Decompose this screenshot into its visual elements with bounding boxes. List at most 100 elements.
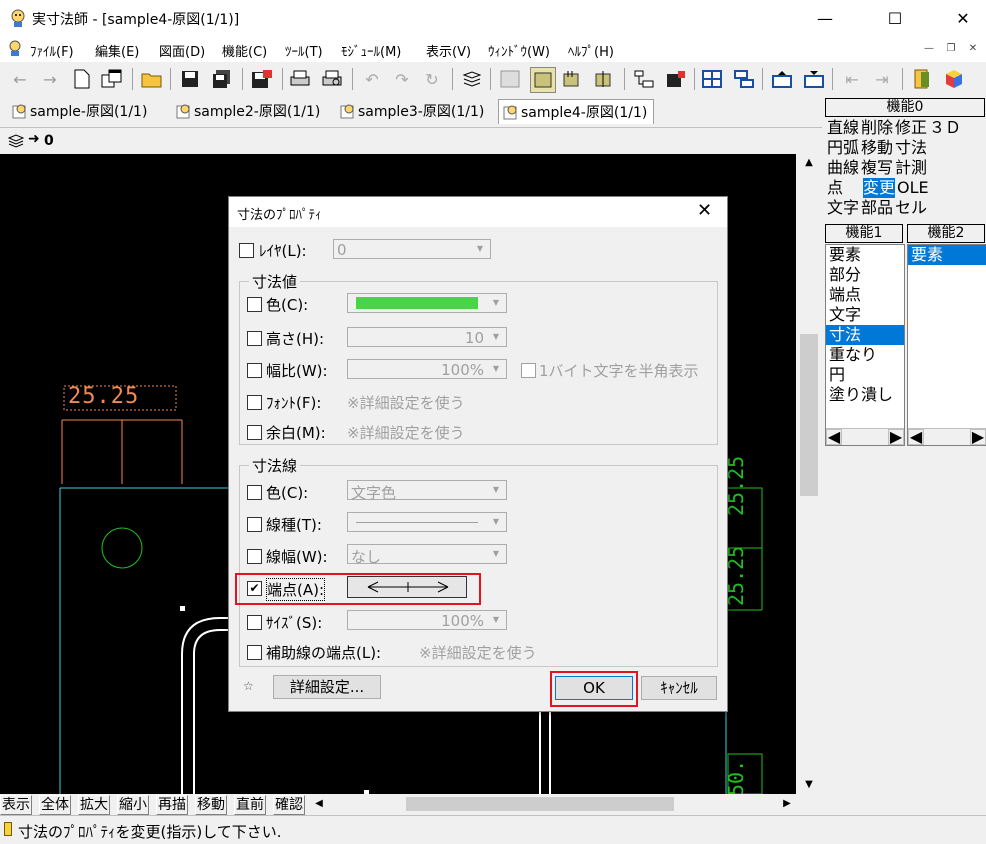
cmd-confirm-button[interactable]: 確認 xyxy=(273,795,305,815)
func-copy[interactable]: 複写 xyxy=(861,158,893,178)
ortho-icon[interactable] xyxy=(592,67,616,91)
func1-item-dimension[interactable]: 寸法 xyxy=(826,325,904,345)
scroll-right-icon[interactable]: ▶ xyxy=(970,429,986,445)
tab-sample4[interactable]: sample4-原図(1/1) xyxy=(498,99,655,124)
new-file-icon[interactable] xyxy=(70,67,94,91)
line-color-checkbox[interactable] xyxy=(247,485,262,500)
layer-select[interactable]: 0 ▼ xyxy=(333,239,491,259)
vertical-scrollbar[interactable]: ▲ ▼ xyxy=(796,154,822,794)
width-ratio-select[interactable]: 100% ▼ xyxy=(347,359,507,379)
redo-icon[interactable]: ↷ xyxy=(390,67,414,91)
cmd-zoom-out-button[interactable]: 縮小 xyxy=(117,795,149,815)
cancel-button[interactable]: ｷｬﾝｾﾙ xyxy=(641,676,717,700)
forward-icon[interactable]: → xyxy=(38,67,62,91)
height-checkbox[interactable] xyxy=(247,331,262,346)
save-drawing-icon[interactable] xyxy=(664,67,688,91)
line-type-checkbox[interactable] xyxy=(247,517,262,532)
scroll-down-icon[interactable]: ▼ xyxy=(796,776,822,794)
func-cell[interactable]: セル xyxy=(895,198,927,218)
scroll-left-icon[interactable]: ◀ xyxy=(310,794,328,814)
dimension-text[interactable]: 25.25 xyxy=(68,384,139,409)
func1-item-fill[interactable]: 塗り潰し xyxy=(826,385,904,405)
layer-checkbox[interactable] xyxy=(239,243,254,258)
func1-item-element[interactable]: 要素 xyxy=(826,245,904,265)
mdi-close-button[interactable]: ✕ xyxy=(964,40,982,58)
func-measure[interactable]: 計測 xyxy=(895,158,927,178)
cmd-display-button[interactable]: 表示 xyxy=(0,795,32,815)
menu-module[interactable]: ﾓｼﾞｭｰﾙ(M) xyxy=(341,41,401,60)
scroll-thumb[interactable] xyxy=(406,797,674,811)
tile-window-icon[interactable] xyxy=(732,67,756,91)
menu-function[interactable]: 機能(C) xyxy=(222,41,267,60)
mdi-minimize-button[interactable]: — xyxy=(920,40,938,58)
function1-list[interactable]: 要素 部分 端点 文字 寸法 重なり 円 塗り潰し ◀ ▶ xyxy=(825,244,905,446)
line-type-select[interactable]: ▼ xyxy=(347,512,507,532)
tree-icon[interactable] xyxy=(632,67,656,91)
cmd-redraw-button[interactable]: 再描 xyxy=(156,795,188,815)
func-modify[interactable]: 修正 xyxy=(895,118,927,138)
margin-checkbox[interactable] xyxy=(247,425,262,440)
save-all-icon[interactable] xyxy=(210,67,234,91)
menu-view[interactable]: 表示(V) xyxy=(426,41,471,60)
menu-window[interactable]: ｳｨﾝﾄﾞｳ(W) xyxy=(488,41,550,60)
tab-sample[interactable]: sample-原図(1/1) xyxy=(8,99,153,123)
window-mode-icon[interactable] xyxy=(530,67,556,93)
line-width-checkbox[interactable] xyxy=(247,549,262,564)
width-ratio-checkbox[interactable] xyxy=(247,363,262,378)
font-checkbox[interactable] xyxy=(247,395,262,410)
halfwidth-checkbox[interactable] xyxy=(521,363,536,378)
height-select[interactable]: 10 ▼ xyxy=(347,327,507,347)
current-layer[interactable]: 0 xyxy=(44,133,54,149)
func-dimension[interactable]: 寸法 xyxy=(895,138,927,158)
dimension-text[interactable]: 50. xyxy=(724,760,748,794)
layer-stack-icon[interactable] xyxy=(8,134,24,148)
ok-button[interactable]: OK xyxy=(555,676,633,700)
menu-tool[interactable]: ﾂｰﾙ(T) xyxy=(285,41,323,60)
snap-icon[interactable] xyxy=(560,67,584,91)
close-button[interactable]: ✕ xyxy=(940,0,986,36)
grid-icon[interactable] xyxy=(498,67,522,91)
cube-icon[interactable] xyxy=(942,67,966,91)
endpoint-checkbox[interactable]: ✔ xyxy=(247,581,262,596)
tab-sample2[interactable]: sample2-原図(1/1) xyxy=(172,99,326,123)
back-icon[interactable]: ← xyxy=(8,67,32,91)
scroll-thumb[interactable] xyxy=(800,334,818,496)
menu-edit[interactable]: 編集(E) xyxy=(95,41,139,60)
func-point[interactable]: 点 xyxy=(827,178,861,198)
export-icon[interactable]: ⇥ xyxy=(870,67,894,91)
func-ole[interactable]: OLE xyxy=(897,178,929,198)
scroll-right-icon[interactable]: ▶ xyxy=(778,794,796,814)
func-move[interactable]: 移動 xyxy=(861,138,893,158)
mdi-restore-button[interactable]: ❐ xyxy=(942,40,960,58)
scroll-up-icon[interactable]: ▲ xyxy=(796,154,822,172)
func-part[interactable]: 部品 xyxy=(861,198,893,218)
open-folder-icon[interactable] xyxy=(140,67,164,91)
func1-item-circle[interactable]: 円 xyxy=(826,365,904,385)
size-checkbox[interactable] xyxy=(247,615,262,630)
pin-icon[interactable]: ☆ xyxy=(243,679,254,693)
move-bottom-icon[interactable] xyxy=(802,67,826,91)
func1-item-endpoint[interactable]: 端点 xyxy=(826,285,904,305)
func-arc[interactable]: 円弧 xyxy=(827,138,859,158)
layers-icon[interactable] xyxy=(460,67,484,91)
print-icon[interactable] xyxy=(288,67,312,91)
scroll-left-icon[interactable]: ◀ xyxy=(826,429,842,445)
scroll-left-icon[interactable]: ◀ xyxy=(908,429,924,445)
cmd-pan-button[interactable]: 移動 xyxy=(195,795,227,815)
exit-door-icon[interactable] xyxy=(910,67,934,91)
new-window-icon[interactable] xyxy=(100,67,124,91)
func1-item-overlap[interactable]: 重なり xyxy=(826,345,904,365)
func2-item-element[interactable]: 要素 xyxy=(908,245,986,265)
color-checkbox[interactable] xyxy=(247,297,262,312)
func1-item-text[interactable]: 文字 xyxy=(826,305,904,325)
line-width-select[interactable]: なし ▼ xyxy=(347,544,507,566)
func-text[interactable]: 文字 xyxy=(827,198,859,218)
function2-list[interactable]: 要素 ◀ ▶ xyxy=(907,244,986,446)
func1-item-part[interactable]: 部分 xyxy=(826,265,904,285)
func-delete[interactable]: 削除 xyxy=(861,118,893,138)
menu-drawing[interactable]: 図面(D) xyxy=(159,41,205,60)
menu-help[interactable]: ﾍﾙﾌﾟ(H) xyxy=(568,41,614,60)
maximize-button[interactable]: ☐ xyxy=(872,0,918,36)
func-change[interactable]: 変更 xyxy=(863,178,896,198)
move-top-icon[interactable] xyxy=(770,67,794,91)
